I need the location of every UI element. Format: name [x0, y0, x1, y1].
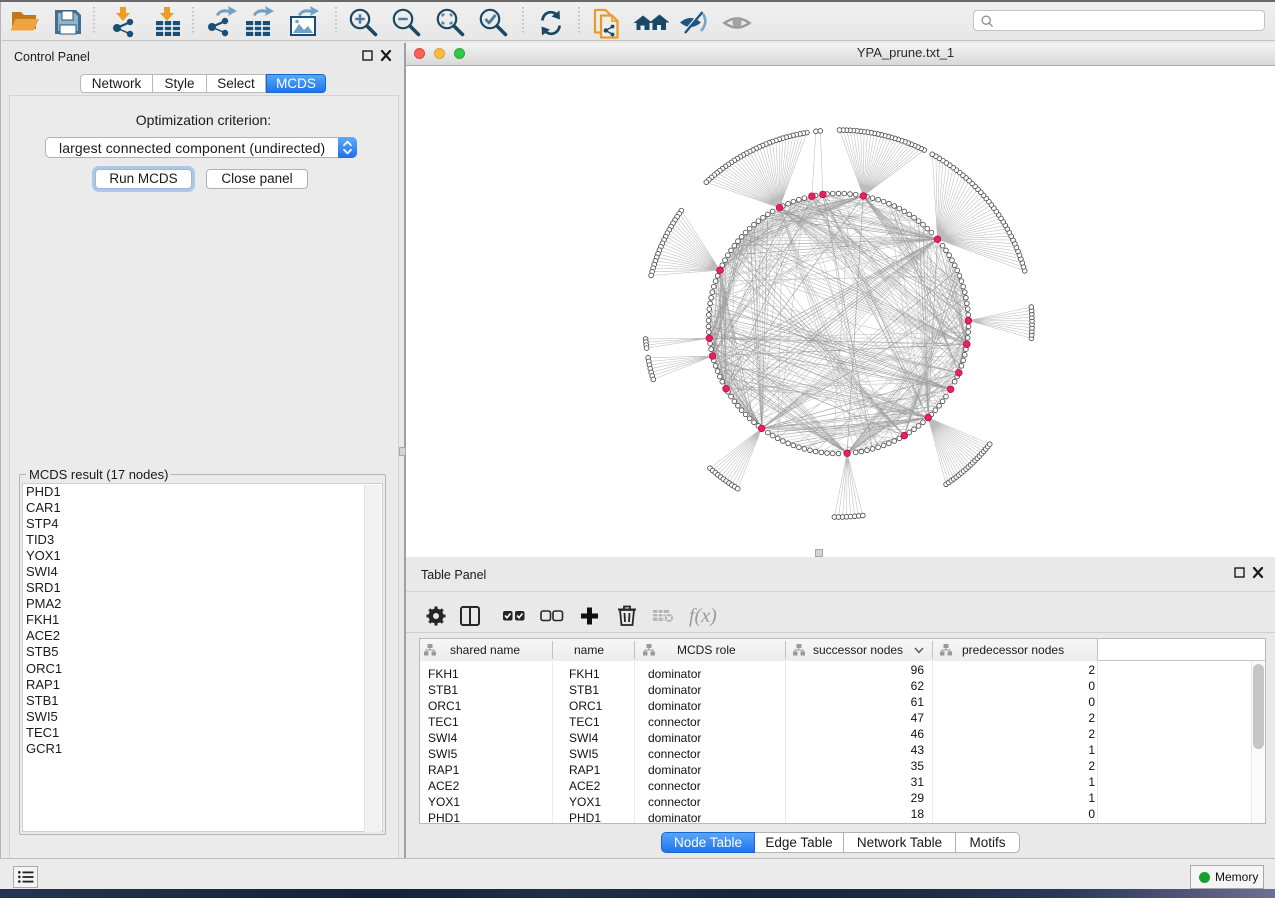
svg-text:f(x): f(x) [689, 605, 717, 627]
